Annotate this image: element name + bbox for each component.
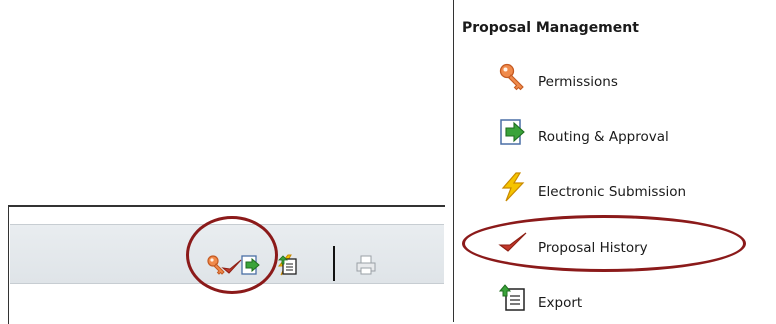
menu-item-routing-approval[interactable]: Routing & Approval [498, 117, 768, 151]
lightning-icon [498, 172, 528, 202]
key-icon [498, 62, 528, 92]
menu-item-label: Routing & Approval [538, 129, 669, 145]
menu-item-electronic-submission[interactable]: Electronic Submission [498, 172, 768, 206]
proposal-management-menu: Proposal Management Permissions Routing … [453, 0, 776, 322]
printer-icon [355, 254, 377, 276]
menu-highlight-circle [462, 215, 746, 272]
toolbar-export-button[interactable] [277, 254, 299, 276]
routing-arrow-icon [498, 117, 528, 147]
export-icon [498, 283, 528, 313]
menu-item-permissions[interactable]: Permissions [498, 62, 768, 96]
export-icon [277, 254, 299, 276]
menu-item-label: Permissions [538, 74, 618, 90]
menu-item-export[interactable]: Export [498, 283, 768, 317]
menu-title: Proposal Management [462, 20, 639, 36]
menu-item-label: Electronic Submission [538, 184, 687, 200]
menu-item-label: Export [538, 295, 583, 311]
toolbar-separator [333, 246, 335, 281]
toolbar-print-button[interactable] [355, 254, 377, 276]
toolbar-highlight-circle [186, 216, 278, 294]
